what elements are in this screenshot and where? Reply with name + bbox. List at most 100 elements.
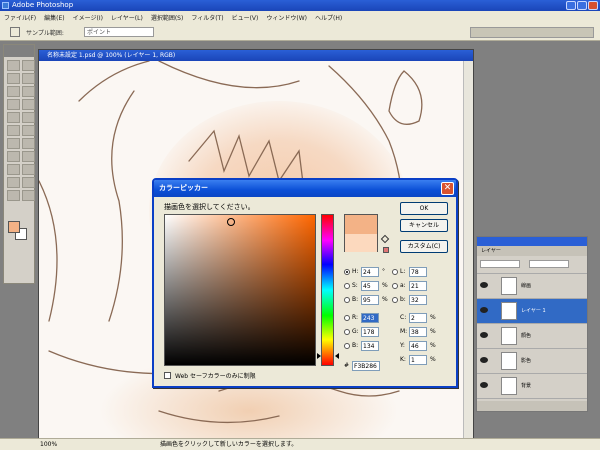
gradient-tool-icon[interactable] xyxy=(22,125,35,136)
custom-button[interactable]: カスタム(C) xyxy=(400,240,448,253)
yellow-field[interactable]: 46 xyxy=(409,341,427,351)
blur-tool-icon[interactable] xyxy=(7,138,20,149)
layers-panel: レイヤー 線画 レイヤー 1 顔色 影色 背景 xyxy=(476,236,588,412)
b-channel-radio[interactable] xyxy=(392,297,398,303)
vertical-scrollbar[interactable] xyxy=(463,61,473,438)
hand-tool-icon[interactable] xyxy=(7,190,20,201)
green-field[interactable]: 178 xyxy=(361,327,379,337)
red-field[interactable]: 243 xyxy=(361,313,379,323)
green-radio[interactable] xyxy=(344,329,350,335)
hue-slider[interactable] xyxy=(321,214,334,366)
red-radio[interactable] xyxy=(344,315,350,321)
saturation-field[interactable]: 45 xyxy=(361,281,379,291)
path-select-tool-icon[interactable] xyxy=(7,151,20,162)
color-field[interactable] xyxy=(164,214,316,366)
close-icon[interactable]: ✕ xyxy=(441,182,454,195)
cyan-field[interactable]: 2 xyxy=(409,313,427,323)
eraser-tool-icon[interactable] xyxy=(7,125,20,136)
menu-filter[interactable]: フィルタ(T) xyxy=(191,13,223,22)
eyedropper-tool-icon[interactable] xyxy=(10,27,20,37)
menu-window[interactable]: ウィンドウ(W) xyxy=(266,13,307,22)
toolbox xyxy=(3,44,35,284)
pen-tool-icon[interactable] xyxy=(7,164,20,175)
brightness-field[interactable]: 95 xyxy=(361,295,379,305)
zoom-level[interactable]: 100% xyxy=(40,439,100,450)
black-field[interactable]: 1 xyxy=(409,355,427,365)
layer-row[interactable]: 背景 xyxy=(477,374,587,399)
menu-edit[interactable]: 編集(E) xyxy=(44,13,64,22)
brightness-radio[interactable] xyxy=(344,297,350,303)
blend-mode-select[interactable] xyxy=(480,260,520,268)
app-title-bar: Adobe Photoshop xyxy=(0,0,600,11)
photoshop-app-icon xyxy=(2,2,9,9)
blue-field[interactable]: 134 xyxy=(361,341,379,351)
history-brush-tool-icon[interactable] xyxy=(22,112,35,123)
move-tool-icon[interactable] xyxy=(22,60,35,71)
crop-tool-icon[interactable] xyxy=(7,86,20,97)
zoom-tool-icon[interactable] xyxy=(22,190,35,201)
menu-image[interactable]: イメージ(I) xyxy=(73,13,103,22)
web-safe-label: Web セーフカラーのみに制限 xyxy=(175,373,256,380)
hex-field[interactable]: F3B286 xyxy=(352,361,380,371)
marquee-tool-icon[interactable] xyxy=(7,60,20,71)
color-picker-circle[interactable] xyxy=(227,218,235,226)
type-tool-icon[interactable] xyxy=(22,151,35,162)
lightness-field[interactable]: 78 xyxy=(409,267,427,277)
eye-icon[interactable] xyxy=(480,282,488,288)
dodge-tool-icon[interactable] xyxy=(22,138,35,149)
hue-radio[interactable] xyxy=(344,269,350,275)
a-channel-radio[interactable] xyxy=(392,283,398,289)
palette-well[interactable] xyxy=(470,27,594,38)
opacity-field[interactable] xyxy=(528,260,569,268)
cancel-button[interactable]: キャンセル xyxy=(400,219,448,232)
eye-icon[interactable] xyxy=(480,307,488,313)
menu-select[interactable]: 選択範囲(S) xyxy=(151,13,184,22)
layer-row[interactable]: 線画 xyxy=(477,274,587,299)
layer-row[interactable]: 顔色 xyxy=(477,324,587,349)
saturation-row: S: 45 % xyxy=(344,281,392,291)
slice-tool-icon[interactable] xyxy=(22,86,35,97)
notes-tool-icon[interactable] xyxy=(7,177,20,188)
menu-help[interactable]: ヘルプ(H) xyxy=(315,13,342,22)
lightness-radio[interactable] xyxy=(392,269,398,275)
magenta-field[interactable]: 38 xyxy=(409,327,427,337)
current-color-swatch[interactable] xyxy=(345,234,377,252)
magic-wand-tool-icon[interactable] xyxy=(22,73,35,84)
healing-brush-tool-icon[interactable] xyxy=(7,99,20,110)
sample-size-select[interactable]: ポイント xyxy=(84,27,154,37)
magenta-label: M: xyxy=(400,328,408,335)
eye-icon[interactable] xyxy=(480,382,488,388)
blue-radio[interactable] xyxy=(344,343,350,349)
hue-slider-left-arrow-icon[interactable] xyxy=(317,353,321,359)
status-hint: 描画色をクリックして新しいカラーを選択します。 xyxy=(160,441,298,448)
menu-view[interactable]: ビュー(V) xyxy=(232,13,259,22)
a-channel-field[interactable]: 21 xyxy=(409,281,427,291)
layer-row[interactable]: 影色 xyxy=(477,349,587,374)
maximize-button[interactable] xyxy=(577,1,587,10)
layer-thumbnail xyxy=(501,302,517,320)
eye-icon[interactable] xyxy=(480,332,488,338)
menu-file[interactable]: ファイル(F) xyxy=(4,13,36,22)
web-safe-checkbox[interactable] xyxy=(164,372,171,379)
hue-slider-right-arrow-icon[interactable] xyxy=(335,353,339,359)
minimize-button[interactable] xyxy=(566,1,576,10)
saturation-radio[interactable] xyxy=(344,283,350,289)
brush-tool-icon[interactable] xyxy=(22,99,35,110)
foreground-color-swatch[interactable] xyxy=(8,221,20,233)
b-channel-field[interactable]: 32 xyxy=(409,295,427,305)
lasso-tool-icon[interactable] xyxy=(7,73,20,84)
hue-field[interactable]: 24 xyxy=(361,267,379,277)
close-window-button[interactable] xyxy=(588,1,598,10)
layer-blend-options xyxy=(477,256,587,274)
shape-tool-icon[interactable] xyxy=(22,164,35,175)
web-color-warning-swatch[interactable] xyxy=(383,247,389,253)
ok-button[interactable]: OK xyxy=(400,202,448,215)
eye-icon[interactable] xyxy=(480,357,488,363)
stamp-tool-icon[interactable] xyxy=(7,112,20,123)
layer-row-active[interactable]: レイヤー 1 xyxy=(477,299,587,324)
layers-tab[interactable]: レイヤー xyxy=(477,246,587,256)
eyedropper-icon[interactable] xyxy=(22,177,35,188)
gamut-cube-icon[interactable] xyxy=(380,234,390,244)
blue-row: B: 134 xyxy=(344,341,392,351)
menu-layer[interactable]: レイヤー(L) xyxy=(111,13,143,22)
